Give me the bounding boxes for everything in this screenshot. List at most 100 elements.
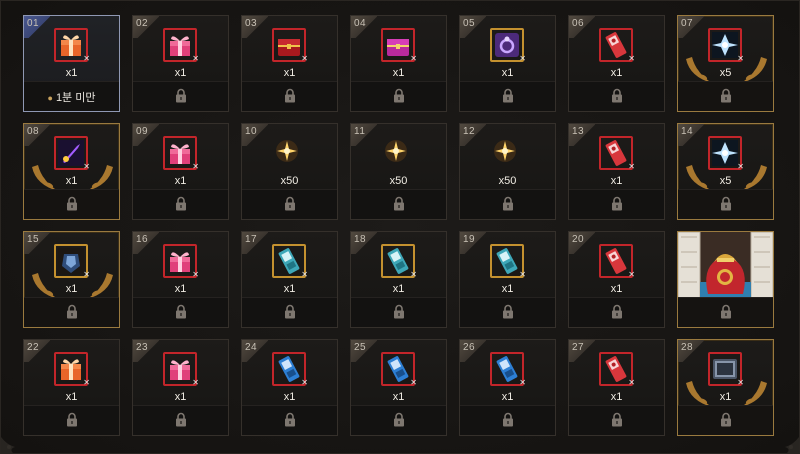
item-quantity: x1 <box>283 391 296 403</box>
item-quantity: x50 <box>389 175 408 187</box>
reward-slot-grid: 01 ✕ x1 ● 1분 미만 02 ✕ x1 03 ✕ x1 04 ✕ x1 05 ✕ x1 06 ✕ x1 07 ✕ x… <box>23 15 774 436</box>
pink-gift-box-icon: ✕ <box>163 352 199 387</box>
lock-icon <box>720 88 732 103</box>
item-quantity: x1 <box>392 283 405 295</box>
slot-status-bar <box>133 405 228 435</box>
slot-status-bar <box>460 297 555 327</box>
gold-sparkle-icon <box>490 136 524 170</box>
pink-gift-box-icon: ✕ <box>163 28 199 63</box>
item-quantity: x1 <box>65 391 78 403</box>
reward-slot-04[interactable]: 04 ✕ x1 <box>350 15 447 112</box>
slot-number: 25 <box>354 342 367 353</box>
steel-chest-icon: ✕ <box>708 352 744 387</box>
slot-status-bar <box>351 405 446 435</box>
slot-number: 08 <box>27 126 40 137</box>
lock-icon <box>284 196 296 211</box>
slot-number: 09 <box>136 126 149 137</box>
reward-slot-26[interactable]: 26 ✕ x1 <box>459 339 556 436</box>
slot-status-bar <box>242 81 337 111</box>
slot-number: 13 <box>572 126 585 137</box>
reward-slot-21[interactable]: 21 <box>677 231 774 328</box>
item-quantity: x1 <box>174 67 187 79</box>
lock-icon <box>393 88 405 103</box>
slot-status-bar <box>351 189 446 219</box>
slot-status-bar <box>351 81 446 111</box>
slot-number: 02 <box>136 18 149 29</box>
lock-icon <box>284 412 296 427</box>
reward-slot-13[interactable]: 13 ✕ x1 <box>568 123 665 220</box>
reward-slot-19[interactable]: 19 ✕ x1 <box>459 231 556 328</box>
reward-slot-03[interactable]: 03 ✕ x1 <box>241 15 338 112</box>
reward-slot-12[interactable]: 12 x50 <box>459 123 556 220</box>
item-quantity: x1 <box>65 67 78 79</box>
slot-number: 11 <box>354 126 366 137</box>
item-quantity: x1 <box>610 391 623 403</box>
red-ticket-icon: ✕ <box>599 244 635 279</box>
pink-gift-box-icon: ✕ <box>163 244 199 279</box>
slot-number: 07 <box>681 18 694 29</box>
magenta-treasure-chest-icon: ✕ <box>381 28 417 63</box>
reward-slot-08[interactable]: 08 ✕ x1 <box>23 123 120 220</box>
item-quantity: x1 <box>174 175 187 187</box>
item-quantity: x1 <box>65 175 78 187</box>
reward-slot-22[interactable]: 22 ✕ x1 <box>23 339 120 436</box>
item-quantity: x1 <box>392 391 405 403</box>
purple-weapon-icon: ✕ <box>54 136 90 171</box>
item-quantity: x50 <box>280 175 299 187</box>
red-ticket-icon: ✕ <box>599 352 635 387</box>
reward-slot-10[interactable]: 10 x50 <box>241 123 338 220</box>
lock-icon <box>720 412 732 427</box>
reward-slot-18[interactable]: 18 ✕ x1 <box>350 231 447 328</box>
slot-status-bar <box>24 405 119 435</box>
lock-icon <box>502 304 514 319</box>
item-quantity: x5 <box>719 67 732 79</box>
reward-slot-06[interactable]: 06 ✕ x1 <box>568 15 665 112</box>
reward-slot-01[interactable]: 01 ✕ x1 ● 1분 미만 <box>23 15 120 112</box>
slot-status-bar <box>242 189 337 219</box>
reward-slot-16[interactable]: 16 ✕ x1 <box>132 231 229 328</box>
reward-slot-05[interactable]: 05 ✕ x1 <box>459 15 556 112</box>
remaining-time: ● 1분 미만 <box>24 89 119 105</box>
reward-slot-14[interactable]: 14 ✕ x5 <box>677 123 774 220</box>
item-quantity: x1 <box>174 391 187 403</box>
reward-slot-24[interactable]: 24 ✕ x1 <box>241 339 338 436</box>
slot-number: 06 <box>572 18 585 29</box>
item-quantity: x1 <box>610 175 623 187</box>
lock-icon <box>720 304 732 319</box>
item-quantity: x1 <box>501 283 514 295</box>
slot-number: 22 <box>27 342 40 353</box>
slot-status-bar <box>569 189 664 219</box>
lock-icon <box>502 196 514 211</box>
reward-slot-28[interactable]: 28 ✕ x1 <box>677 339 774 436</box>
slot-status-bar <box>133 297 228 327</box>
reward-slot-20[interactable]: 20 ✕ x1 <box>568 231 665 328</box>
lock-icon <box>611 304 623 319</box>
slot-status-bar <box>24 297 119 327</box>
lock-icon <box>284 88 296 103</box>
reward-slot-17[interactable]: 17 ✕ x1 <box>241 231 338 328</box>
slot-status-bar: ● 1분 미만 <box>24 81 119 111</box>
slot-number: 15 <box>27 234 40 245</box>
reward-slot-02[interactable]: 02 ✕ x1 <box>132 15 229 112</box>
slot-status-bar <box>678 81 773 111</box>
slot-number: 27 <box>572 342 585 353</box>
slot-number: 17 <box>245 234 258 245</box>
slot-status-bar <box>133 189 228 219</box>
lock-icon <box>611 88 623 103</box>
reward-slot-11[interactable]: 11 x50 <box>350 123 447 220</box>
reward-slot-27[interactable]: 27 ✕ x1 <box>568 339 665 436</box>
reward-slot-25[interactable]: 25 ✕ x1 <box>350 339 447 436</box>
reward-slot-15[interactable]: 15 ✕ x1 <box>23 231 120 328</box>
lucky-pouch-icon <box>678 232 773 299</box>
red-treasure-chest-icon: ✕ <box>272 28 308 63</box>
lock-icon <box>175 304 187 319</box>
reward-slot-23[interactable]: 23 ✕ x1 <box>132 339 229 436</box>
lock-icon <box>66 196 78 211</box>
crystal-shard-icon: ✕ <box>708 28 744 63</box>
item-quantity: x1 <box>501 67 514 79</box>
item-quantity: x1 <box>501 391 514 403</box>
reward-slot-07[interactable]: 07 ✕ x5 <box>677 15 774 112</box>
teal-ticket-icon: ✕ <box>381 244 417 279</box>
teal-ticket-icon: ✕ <box>490 244 526 279</box>
reward-slot-09[interactable]: 09 ✕ x1 <box>132 123 229 220</box>
